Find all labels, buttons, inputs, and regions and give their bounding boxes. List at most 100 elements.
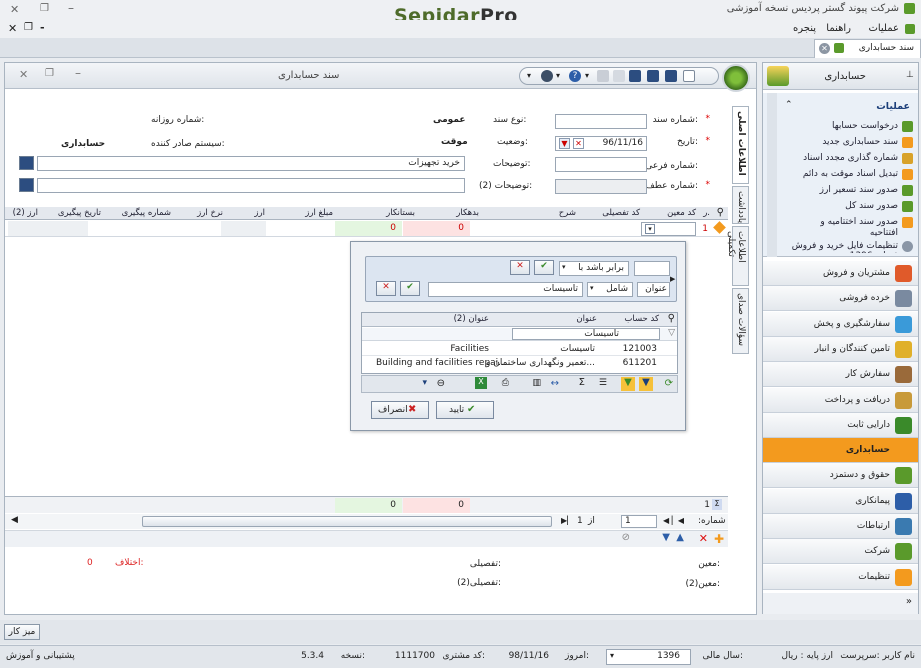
pager-prev-icon[interactable]: ◀ ▏◀ — [663, 516, 684, 525]
help-icon[interactable]: ? — [569, 70, 581, 82]
filter2-field[interactable]: عنوان — [637, 282, 670, 297]
filter1-clear-icon[interactable]: ✕ — [510, 260, 530, 275]
dropdown2-arrow-icon[interactable]: ▾ — [556, 71, 568, 83]
dropdown3-arrow-icon[interactable]: ▾ — [585, 71, 597, 83]
scroll-left-icon[interactable]: ◀ — [11, 515, 18, 525]
date-clear-icon[interactable]: ✕ — [573, 138, 584, 149]
list-icon[interactable]: ☰ — [599, 378, 607, 388]
clear-filter-icon[interactable]: ⊘ — [622, 532, 630, 543]
save-as-icon[interactable] — [629, 70, 641, 82]
window-minimize-icon[interactable]: – — [75, 66, 81, 80]
desk-button[interactable]: میز کار — [4, 624, 40, 640]
nav-item[interactable]: شرکت — [763, 539, 918, 565]
print-icon[interactable] — [597, 70, 609, 82]
filter1-apply-icon[interactable]: ✔ — [534, 260, 554, 275]
filter-arrow-icon[interactable]: ▶ — [670, 275, 676, 283]
mdi-minimize-icon[interactable]: - — [40, 21, 45, 34]
col-row[interactable]: ر. — [703, 208, 710, 218]
mdi-restore-icon[interactable]: ❐ — [24, 22, 33, 33]
nav-item[interactable]: سفارشگیری و پخش — [763, 311, 918, 337]
refresh-icon[interactable]: ⟳ — [665, 378, 673, 389]
tab-accounting-voucher[interactable]: ✕ سند حسابداری — [814, 39, 921, 58]
nav-item[interactable]: حسابداری — [763, 438, 918, 464]
sub-no-input[interactable] — [555, 157, 647, 172]
side-tab-notes[interactable]: یادداشت — [732, 186, 749, 224]
description2-save-icon[interactable] — [19, 178, 34, 192]
credit-cell[interactable]: 0 — [335, 221, 402, 236]
action-total-voucher[interactable]: صدور سند کل — [845, 201, 898, 211]
columns-icon[interactable]: ▥ — [532, 378, 541, 388]
nav-item[interactable]: دریافت و پرداخت — [763, 387, 918, 413]
lookup-col-title[interactable]: عنوان — [576, 314, 597, 324]
currency-cell[interactable] — [221, 221, 266, 236]
close-icon[interactable]: ✕ — [10, 3, 19, 16]
lookup-row[interactable]: 611201 تعمیر ونگهداری ساختمان و... Build… — [362, 357, 677, 370]
menu-help[interactable]: راهنما — [826, 23, 851, 34]
window-close-icon[interactable]: ✕ — [19, 68, 28, 81]
resize-icon[interactable]: ↔ — [551, 378, 559, 389]
ref-no-input[interactable] — [555, 179, 647, 194]
doc-no-input[interactable] — [555, 114, 647, 129]
col-tafsili[interactable]: کد تفصیلی — [602, 208, 640, 218]
status-support[interactable]: پشتیبانی و آموزش — [6, 651, 75, 661]
window-restore-icon[interactable]: ❐ — [45, 68, 54, 79]
navigate-icon[interactable] — [541, 70, 553, 82]
mdi-close-icon[interactable]: ✕ — [8, 22, 17, 35]
nav-item[interactable]: دارایی ثابت — [763, 412, 918, 438]
ok-button[interactable]: ✔ تایید — [436, 401, 494, 419]
filter2-dropdown-icon[interactable]: ▾ — [590, 284, 594, 292]
col-credit[interactable]: بستانکار — [386, 208, 415, 218]
filter-active-icon[interactable]: ▼ — [639, 377, 653, 391]
action-season-settings[interactable]: تنظیمات فایل خرید و فروش فصلی 1396 — [788, 241, 898, 253]
col-tracking-no[interactable]: شماره پیگیری — [122, 208, 171, 218]
lookup-search-input[interactable]: تاسیسات — [512, 328, 660, 340]
nav-item[interactable]: مشتریان و فروش — [763, 261, 918, 286]
lookup-search-icon[interactable]: ⚲ — [668, 313, 675, 324]
new-document-icon[interactable] — [683, 70, 695, 82]
print-lookup-icon[interactable]: ⎙ — [502, 378, 509, 388]
nav-item[interactable]: تنظیمات — [763, 564, 918, 590]
fiscal-dropdown-icon[interactable]: ▾ — [610, 651, 614, 660]
description2-input[interactable] — [37, 178, 465, 193]
description-save-icon[interactable] — [19, 156, 34, 170]
sum-menu-icon[interactable]: Σ — [579, 377, 585, 388]
tracking-date-cell[interactable] — [8, 221, 88, 236]
pager-current-input[interactable]: 1 — [621, 515, 657, 528]
debit-cell[interactable]: 0 — [403, 221, 470, 236]
date-input[interactable]: ▼ ✕ 96/11/16 — [555, 136, 647, 151]
lookup-col-code[interactable]: کد حساب — [624, 314, 659, 324]
expand-more-icon[interactable]: » — [906, 596, 912, 607]
side-tab-questions[interactable]: سؤالات صدای — [732, 288, 749, 354]
minimize-icon[interactable]: – — [68, 1, 74, 15]
pin-icon[interactable]: ⊥ — [906, 70, 914, 80]
move-up-icon[interactable]: ▲ — [676, 532, 684, 543]
add-row-icon[interactable]: ✚ — [714, 532, 724, 546]
col-moein[interactable]: کد معین — [667, 208, 696, 218]
col-fx-rate[interactable]: نرخ ارز — [197, 208, 223, 218]
action-closing-opening[interactable]: صدور سند اختتامیه و افتتاحیه — [798, 217, 898, 239]
action-convert-temp[interactable]: تبدیل اسناد موقت به دائم — [803, 169, 898, 179]
col-debit[interactable]: بدهکار — [456, 208, 479, 218]
nav-item[interactable]: ارتباطات — [763, 514, 918, 539]
side-tab-extra-info[interactable]: اطلاعات تکمیلی — [726, 226, 749, 286]
date-funnel-icon[interactable]: ▼ — [559, 138, 570, 149]
col-currency[interactable]: ارز — [254, 208, 265, 218]
filter2-apply-icon[interactable]: ✔ — [400, 281, 420, 296]
export-icon[interactable]: ⊖ — [437, 378, 445, 389]
description-input[interactable]: خرید تجهیزات — [37, 156, 465, 171]
copy-icon[interactable] — [613, 70, 625, 82]
save-icon[interactable] — [665, 70, 677, 82]
col-currency2[interactable]: ارز (2) — [13, 208, 38, 218]
col-desc[interactable]: شرح — [559, 208, 576, 218]
cancel-button[interactable]: ✖ انصراف — [371, 401, 429, 419]
action-renumber[interactable]: شماره گذاری مجدد اسناد — [803, 153, 898, 163]
lookup-row[interactable]: 121003 تاسیسات Facilities — [362, 343, 677, 356]
restore-icon[interactable]: ❐ — [40, 3, 49, 14]
nav-item[interactable]: حقوق و دستمزد — [763, 463, 918, 489]
col-fx-amount[interactable]: مبلغ ارز — [305, 208, 333, 218]
table-row[interactable]: 1 ▾ 0 0 — [5, 220, 728, 237]
col-tracking-date[interactable]: تاریخ پیگیری — [58, 208, 101, 218]
delete-row-icon[interactable]: ✕ — [699, 532, 708, 545]
nav-item[interactable]: خرده فروشی — [763, 286, 918, 312]
pager-first-icon[interactable]: ▶▏ — [561, 516, 573, 525]
